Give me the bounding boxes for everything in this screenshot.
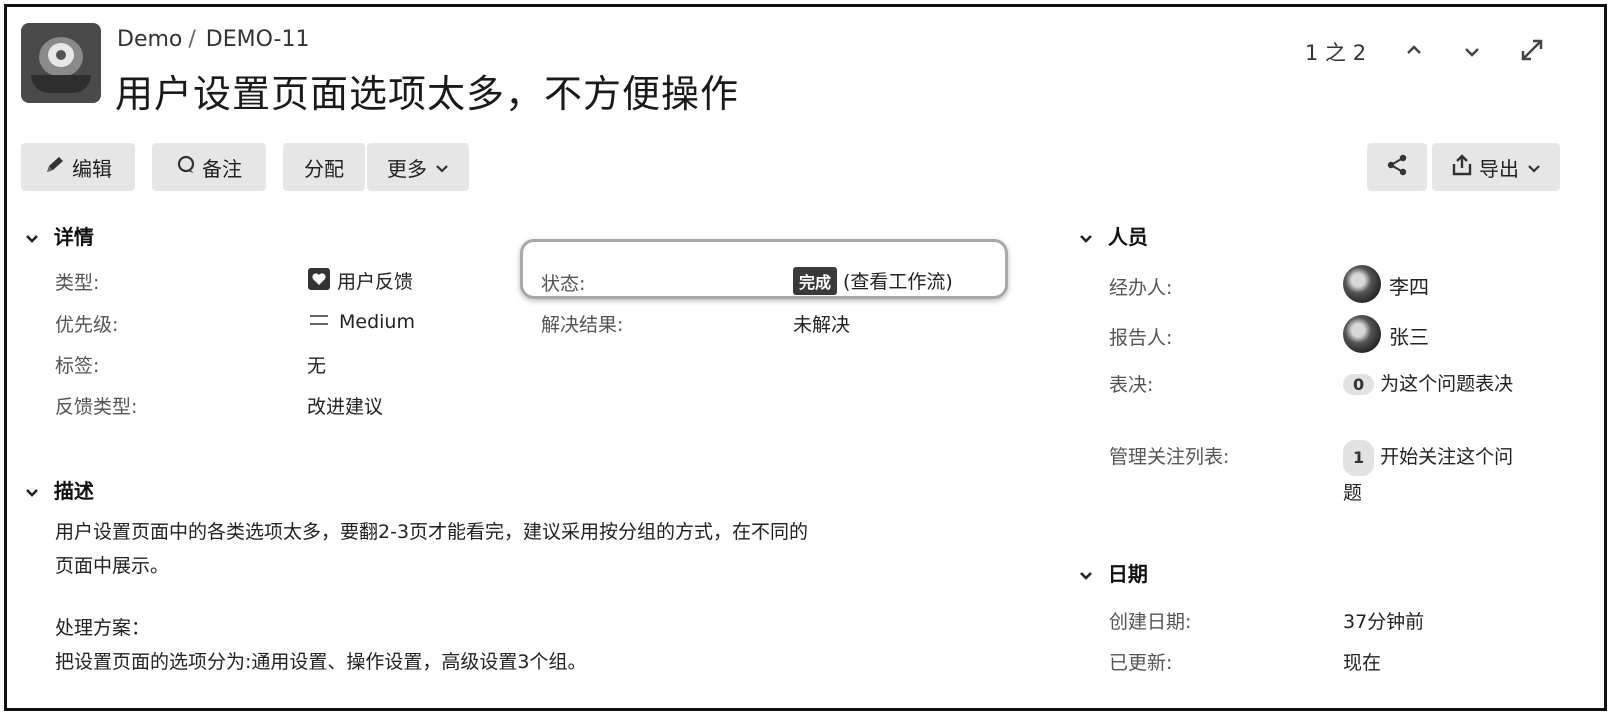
watch-link[interactable]: 开始关注这个问 <box>1380 446 1513 468</box>
vote-link[interactable]: 为这个问题表决 <box>1380 373 1513 395</box>
updated-value: 现在 <box>1343 652 1382 674</box>
description-section-toggle[interactable]: 描述 <box>25 475 94 504</box>
resolution-value: 未解决 <box>793 314 851 336</box>
chevron-down-icon[interactable] <box>1463 43 1481 64</box>
feedback-type-label: 反馈类型: <box>55 396 138 418</box>
share-button[interactable] <box>1367 143 1427 191</box>
breadcrumb-project[interactable]: Demo <box>117 27 182 52</box>
description-line: 用户设置页面中的各类选项太多，要翻2-3页才能看完，建议采用按分组的方式，在不同… <box>55 521 809 543</box>
details-heading: 详情 <box>53 225 94 249</box>
details-section-toggle[interactable]: 详情 <box>25 221 94 250</box>
resolution-label: 解决结果: <box>541 314 624 336</box>
assign-label: 分配 <box>304 156 344 181</box>
priority-label: 优先级: <box>55 314 119 336</box>
avatar <box>1343 315 1381 353</box>
updated-label: 已更新: <box>1109 652 1173 674</box>
watch-link-continued[interactable]: 题 <box>1343 482 1362 504</box>
issue-pager: 1 之 2 <box>1305 41 1367 65</box>
created-label: 创建日期: <box>1109 611 1192 633</box>
more-button[interactable]: 更多 <box>367 143 469 191</box>
assign-button[interactable]: 分配 <box>283 143 365 191</box>
assignee-value[interactable]: 李四 <box>1389 271 1429 300</box>
assignee-label: 经办人: <box>1109 277 1173 299</box>
labels-label: 标签: <box>55 355 100 377</box>
reporter-label: 报告人: <box>1109 327 1173 349</box>
dates-heading: 日期 <box>1107 562 1148 586</box>
description-body: 用户设置页面中的各类选项太多，要翻2-3页才能看完，建议采用按分组的方式，在不同… <box>55 515 975 679</box>
more-label: 更多 <box>387 156 427 181</box>
chevron-down-icon <box>1079 569 1098 585</box>
comment-button[interactable]: 备注 <box>152 143 266 191</box>
reporter-value[interactable]: 张三 <box>1389 321 1429 350</box>
watchers-label: 管理关注列表: <box>1109 446 1230 468</box>
issue-title: 用户设置页面选项太多，不方便操作 <box>115 72 740 116</box>
feedback-type-value: 改进建议 <box>307 396 384 418</box>
avatar <box>1343 265 1381 303</box>
breadcrumb-separator: / <box>188 27 196 52</box>
export-button[interactable]: 导出 <box>1432 143 1560 191</box>
dates-section-toggle[interactable]: 日期 <box>1079 558 1148 587</box>
issue-view: Demo / DEMO-11 用户设置页面选项太多，不方便操作 1 之 2 编辑 备… <box>4 4 1607 711</box>
share-icon <box>1385 153 1409 182</box>
votes-label: 表决: <box>1109 374 1154 396</box>
description-line: 把设置页面的选项分为:通用设置、操作设置，高级设置3个组。 <box>55 651 587 673</box>
status-value: 完成 (查看工作流) <box>793 267 953 295</box>
votes-count-badge: 0 <box>1343 374 1375 395</box>
chevron-down-icon <box>25 486 44 502</box>
chevron-down-icon <box>435 155 449 179</box>
votes-value: 0 为这个问题表决 <box>1343 369 1513 396</box>
description-heading: 描述 <box>53 479 94 503</box>
heart-icon <box>307 267 331 296</box>
expand-icon[interactable] <box>1519 37 1545 68</box>
priority-text: Medium <box>339 311 415 333</box>
comment-label: 备注 <box>202 156 242 181</box>
status-label: 状态: <box>541 273 586 295</box>
description-line: 页面中展示。 <box>55 555 170 577</box>
type-label: 类型: <box>55 272 100 294</box>
export-label: 导出 <box>1479 156 1519 181</box>
labels-value: 无 <box>307 355 327 377</box>
upload-icon <box>1451 153 1473 182</box>
chevron-down-icon <box>25 232 44 248</box>
chevron-down-icon <box>1527 155 1541 179</box>
people-section-toggle[interactable]: 人员 <box>1079 221 1148 250</box>
priority-medium-icon <box>309 309 329 331</box>
breadcrumb-issue-key[interactable]: DEMO-11 <box>206 27 310 52</box>
description-line: 处理方案： <box>55 617 151 639</box>
people-heading: 人员 <box>1107 225 1148 249</box>
breadcrumb: Demo / DEMO-11 <box>117 27 309 52</box>
created-value: 37分钟前 <box>1343 611 1425 633</box>
type-text: 用户反馈 <box>337 271 414 293</box>
chevron-down-icon <box>1079 232 1098 248</box>
pencil-icon <box>44 155 66 180</box>
type-value: 用户反馈 <box>307 267 413 296</box>
edit-label: 编辑 <box>72 156 112 181</box>
watchers-value: 1 开始关注这个问题 <box>1343 440 1565 510</box>
chevron-up-icon[interactable] <box>1405 41 1423 62</box>
priority-value: Medium <box>309 309 415 333</box>
watchers-count-badge: 1 <box>1343 440 1375 476</box>
edit-button[interactable]: 编辑 <box>21 143 135 191</box>
comment-icon <box>176 155 196 180</box>
status-badge: 完成 <box>793 267 838 295</box>
project-avatar[interactable] <box>21 23 101 103</box>
view-workflow-link[interactable]: (查看工作流) <box>843 271 953 293</box>
